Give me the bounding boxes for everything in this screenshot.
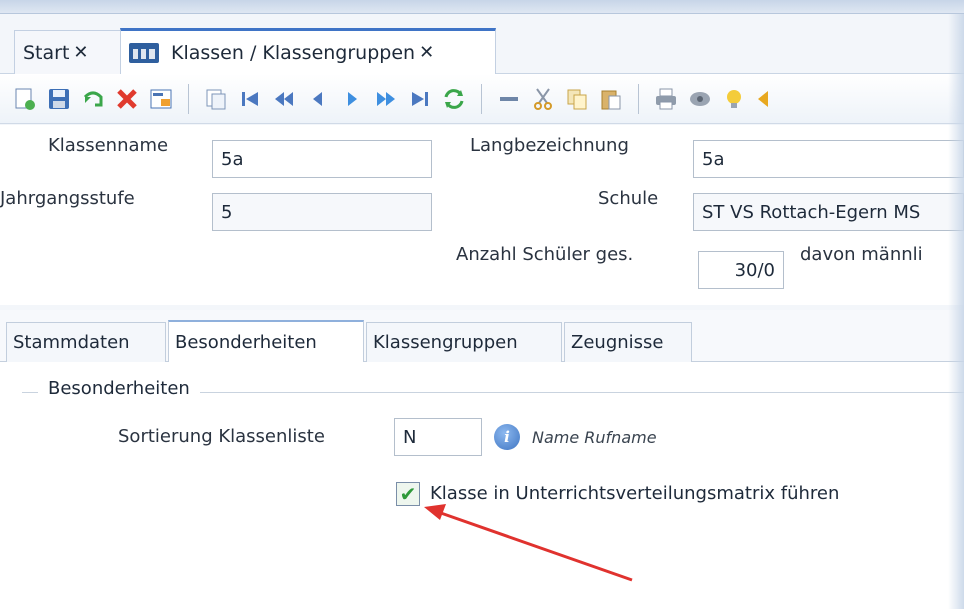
jahrgangsstufe-field[interactable]: 5	[212, 193, 432, 231]
langbezeichnung-label: Langbezeichnung	[470, 135, 629, 156]
minus-icon[interactable]	[496, 86, 522, 112]
tab-start[interactable]: Start ✕	[14, 30, 122, 74]
next-icon[interactable]	[339, 86, 365, 112]
fast-back-icon[interactable]	[271, 86, 297, 112]
toolbar-separator	[481, 83, 482, 114]
schule-label: Schule	[598, 188, 659, 209]
delete-icon[interactable]	[114, 86, 140, 112]
previous-icon[interactable]	[305, 86, 331, 112]
langbezeichnung-field[interactable]: 5a	[693, 140, 964, 178]
document-tab-strip: Start ✕ Klassen / Klassengruppen ✕	[0, 14, 964, 74]
arrow-icon[interactable]	[755, 86, 781, 112]
besonderheiten-panel: Besonderheiten Sortierung Klassenliste N…	[0, 362, 964, 609]
toolbar-separator	[638, 83, 639, 114]
window-top-bar	[0, 0, 964, 14]
copy-record-icon[interactable]	[203, 86, 229, 112]
tab-klassen-close-icon[interactable]: ✕	[419, 42, 434, 63]
tab-klassen[interactable]: Klassen / Klassengruppen ✕	[120, 28, 496, 74]
preview-icon[interactable]	[687, 86, 713, 112]
klassenname-label: Klassenname	[48, 135, 169, 156]
klassenname-field[interactable]: 5a	[212, 140, 432, 178]
save-icon[interactable]	[46, 86, 72, 112]
anzahl-schueler-field[interactable]: 30/0	[698, 251, 784, 289]
last-record-icon[interactable]	[407, 86, 433, 112]
anzahl-schueler-label: Anzahl Schüler ges.	[456, 244, 634, 265]
tab-start-label: Start	[23, 41, 70, 64]
tab-stammdaten[interactable]: Stammdaten	[6, 322, 166, 362]
davon-maennlich-label: davon männli	[800, 244, 923, 265]
undo-icon[interactable]	[80, 86, 106, 112]
schule-field[interactable]: ST VS Rottach-Egern MS	[693, 193, 964, 231]
toolbar-separator	[188, 83, 189, 114]
table-icon	[129, 42, 159, 63]
refresh-icon[interactable]	[441, 86, 467, 112]
tab-besonderheiten[interactable]: Besonderheiten	[168, 320, 364, 362]
tab-zeugnisse[interactable]: Zeugnisse	[564, 322, 692, 362]
red-pointer-arrow	[424, 504, 633, 582]
hint-bulb-icon[interactable]	[721, 86, 747, 112]
paste-icon[interactable]	[598, 86, 624, 112]
jahrgangsstufe-label: Jahrgangsstufe	[0, 188, 135, 209]
new-document-icon[interactable]	[12, 86, 38, 112]
tab-klassen-label: Klassen / Klassengruppen	[171, 41, 416, 64]
print-icon[interactable]	[653, 86, 679, 112]
tab-klassengruppen[interactable]: Klassengruppen	[366, 322, 562, 362]
tab-start-close-icon[interactable]: ✕	[73, 42, 88, 63]
cut-icon[interactable]	[530, 86, 556, 112]
toolbar	[0, 74, 964, 124]
edit-form-icon[interactable]	[148, 86, 174, 112]
copy-icon[interactable]	[564, 86, 590, 112]
first-record-icon[interactable]	[237, 86, 263, 112]
fast-forward-icon[interactable]	[373, 86, 399, 112]
window-edge-shadow	[948, 14, 964, 609]
detail-tab-strip: Stammdaten Besonderheiten Klassengruppen…	[0, 310, 964, 362]
class-header-form: Klassenname 5a Langbezeichnung 5a Jahrga…	[0, 125, 964, 305]
